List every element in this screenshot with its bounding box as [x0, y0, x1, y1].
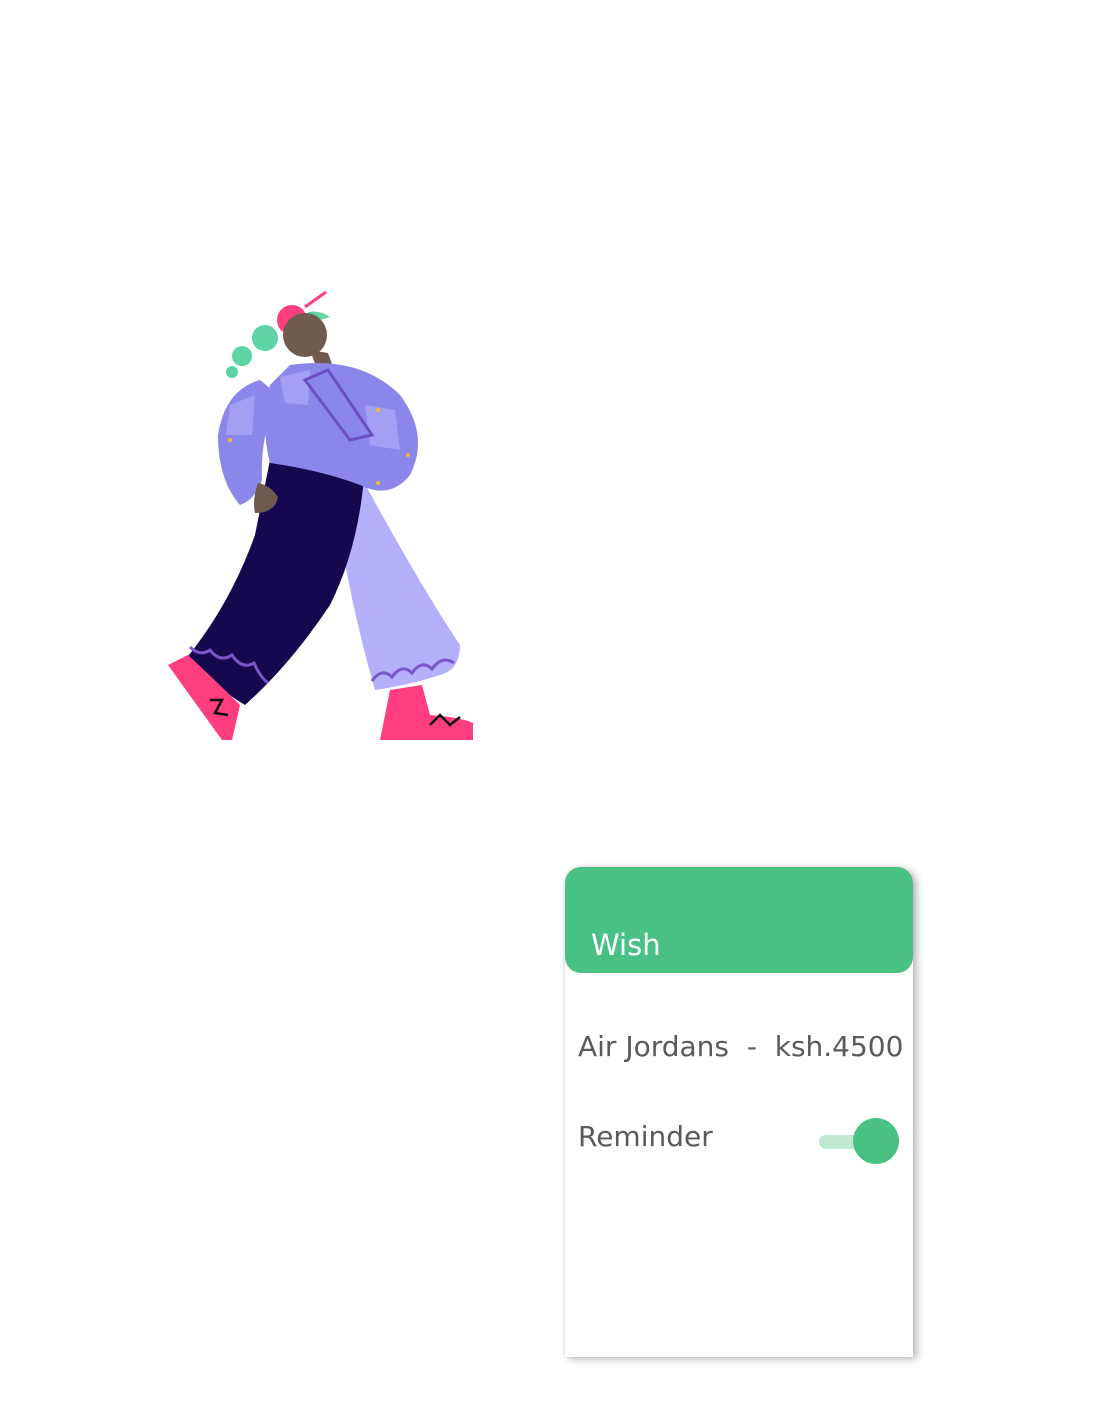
reminder-label: Reminder — [578, 1120, 713, 1153]
wish-item-text: Air Jordans - ksh.4500 — [578, 1030, 904, 1063]
wish-card-title: Wish — [591, 928, 661, 962]
wish-card: Wish Air Jordans - ksh.4500 Reminder — [565, 867, 913, 1357]
reminder-toggle-thumb[interactable] — [853, 1118, 899, 1164]
reminder-toggle[interactable] — [817, 1118, 901, 1166]
walking-person-illustration — [160, 285, 480, 745]
wish-card-header: Wish — [565, 867, 913, 973]
